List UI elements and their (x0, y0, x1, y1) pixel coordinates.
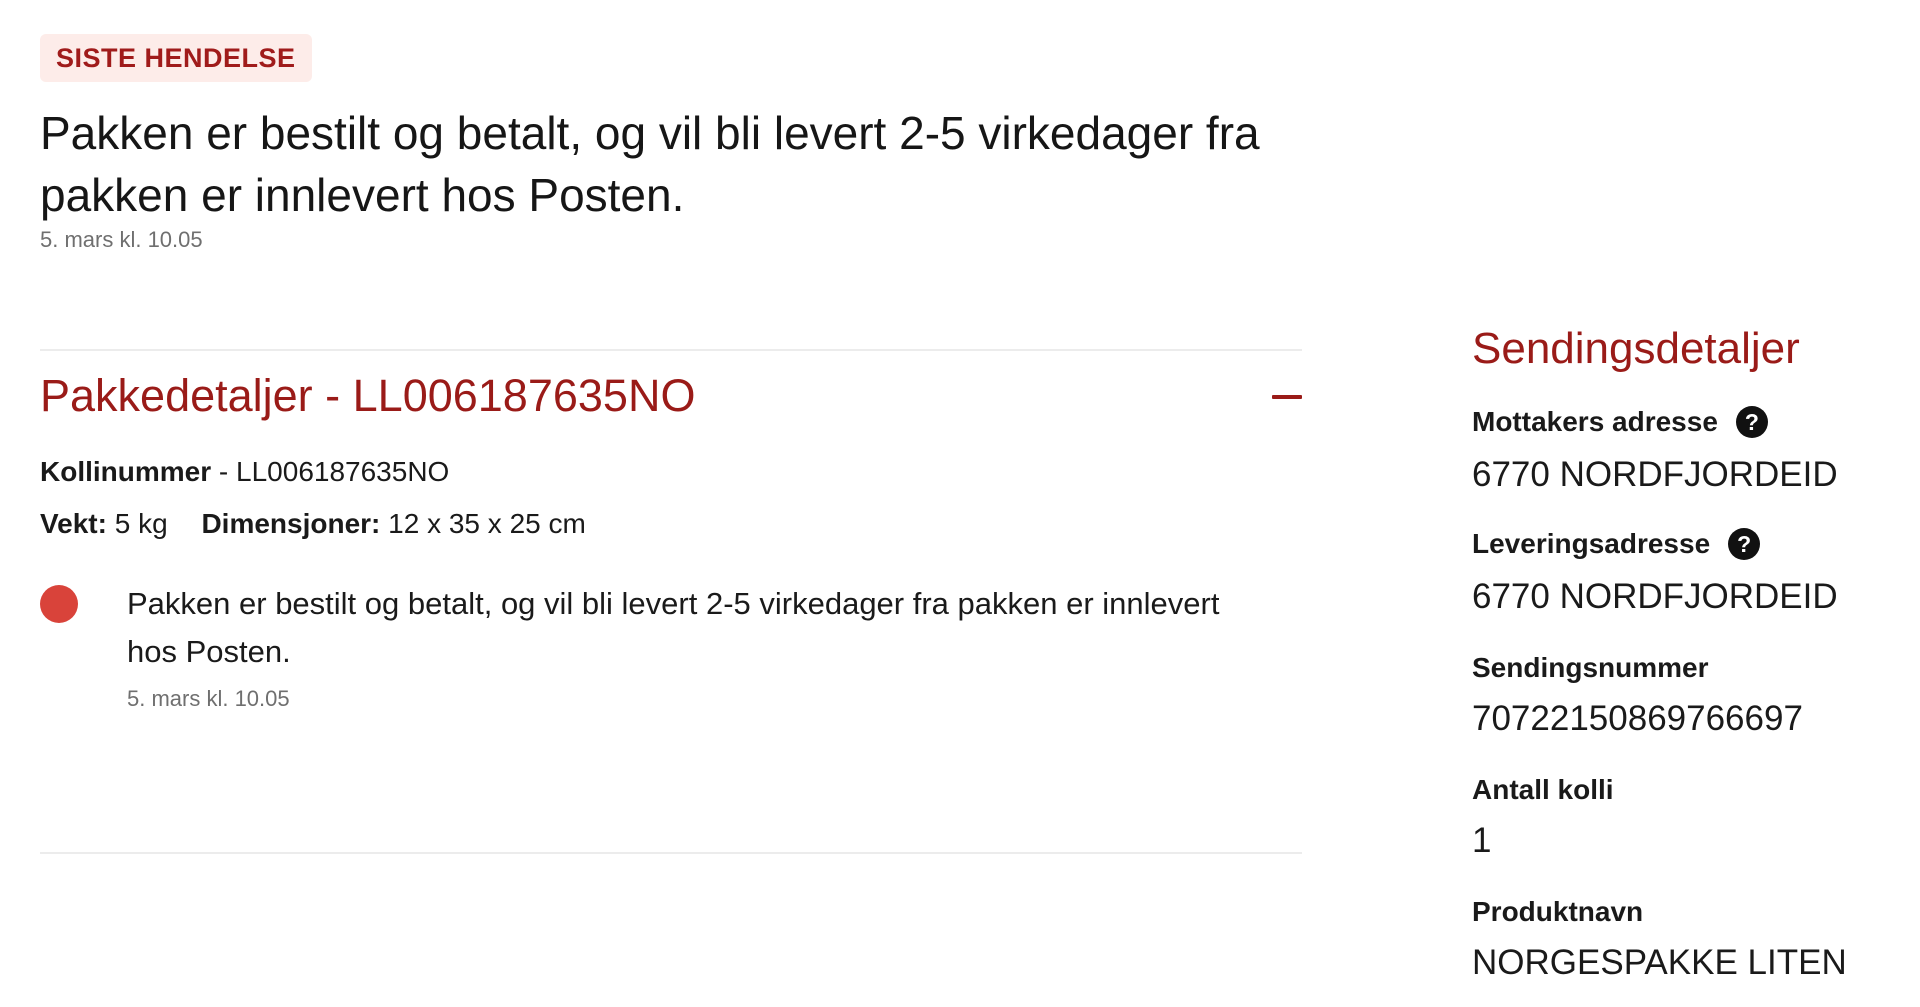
event-description: Pakken er bestilt og betalt, og vil bli … (127, 586, 1220, 669)
latest-event-headline: Pakken er bestilt og betalt, og vil bli … (40, 107, 1260, 221)
delivery-address-value: 6770 NORDFJORDEID (1472, 577, 1838, 616)
event-status-dot (40, 585, 78, 623)
product-name-value: NORGESPAKKE LITEN (1472, 943, 1847, 982)
weight-label: Vekt: (40, 508, 107, 539)
weight-dimensions-line: Vekt: 5 kg Dimensjoner: 12 x 35 x 25 cm (40, 508, 586, 540)
product-name-label: Produktnavn (1472, 896, 1644, 927)
question-circle-icon[interactable]: ? (1728, 528, 1761, 560)
dimensions-value: 12 x 35 x 25 cm (388, 508, 586, 539)
collapse-button[interactable] (1270, 380, 1304, 414)
colli-number-separator: - (211, 456, 237, 487)
question-circle-icon[interactable]: ? (1735, 406, 1768, 438)
latest-event-time: 5. mars kl. 10.05 (40, 227, 203, 252)
shipment-number-value: 70722150869766697 (1472, 699, 1803, 738)
recipient-address-label: Mottakers adresse (1472, 406, 1718, 437)
latest-event-badge: SISTE HENDELSE (40, 34, 312, 82)
dimensions-label: Dimensjoner: (201, 508, 381, 539)
divider-top (40, 349, 1302, 351)
shipment-details-title: Sendingsdetaljer (1472, 324, 1800, 373)
recipient-address-label-row: Mottakers adresse ? (1472, 406, 1768, 438)
event-time: 5. mars kl. 10.05 (127, 686, 290, 711)
weight-value: 5 kg (114, 508, 168, 539)
colli-number-value: LL006187635NO (236, 456, 450, 487)
colli-number-line: Kollinummer - LL006187635NO (40, 456, 449, 488)
colli-count-value: 1 (1472, 821, 1492, 860)
package-details-title[interactable]: Pakkedetaljer - LL006187635NO (40, 370, 695, 422)
divider-bottom (40, 852, 1302, 854)
recipient-address-value: 6770 NORDFJORDEID (1472, 455, 1838, 494)
delivery-address-label-row: Leveringsadresse ? (1472, 528, 1761, 560)
minus-icon (1272, 395, 1302, 399)
colli-count-label: Antall kolli (1472, 774, 1614, 805)
shipment-number-label: Sendingsnummer (1472, 652, 1709, 683)
colli-number-label: Kollinummer (40, 456, 212, 487)
delivery-address-label: Leveringsadresse (1472, 528, 1711, 559)
